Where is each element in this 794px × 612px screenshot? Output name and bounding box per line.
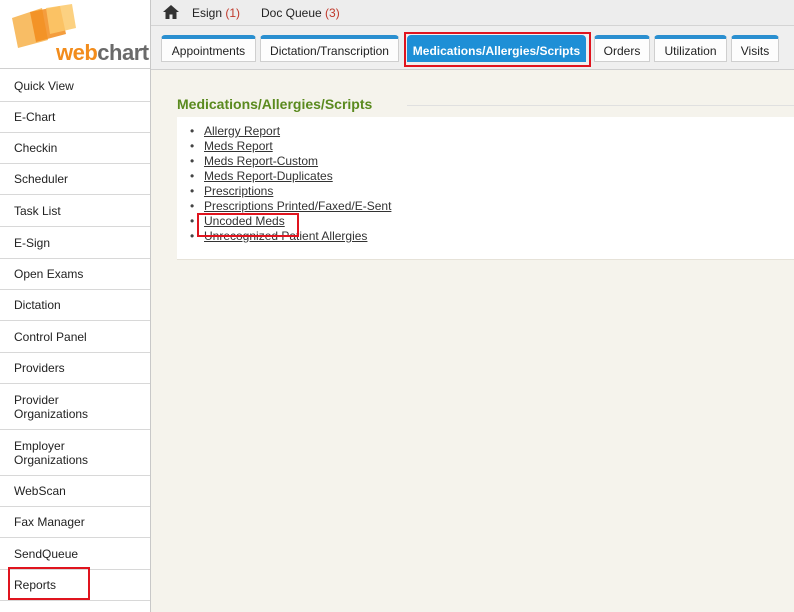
doc-queue-link[interactable]: Doc Queue (3) (261, 6, 340, 20)
report-meds-report[interactable]: • Meds Report (190, 139, 273, 154)
tab-appointments[interactable]: Appointments (161, 35, 256, 62)
doc-queue-count: (3) (325, 6, 340, 20)
top-bar: Esign (1) Doc Queue (3) (151, 0, 794, 26)
report-list: • Allergy Report • Meds Report • Meds Repor… (177, 117, 794, 260)
report-unrecognized-patient-allergies[interactable]: • Unrecognized Patient Allergies (190, 229, 367, 244)
tab-orders[interactable]: Orders (594, 35, 650, 62)
report-uncoded-meds[interactable]: • Uncoded Meds (190, 214, 285, 229)
sidebar-item-provider-organizations[interactable]: Provider Organizations (0, 384, 150, 430)
sidebar-item-sendqueue[interactable]: SendQueue (0, 538, 150, 570)
reports-panel: Medications/Allergies/Scripts • Allergy R… (177, 92, 794, 260)
tab-visits[interactable]: Visits (731, 35, 779, 62)
sidebar-item-dictation[interactable]: Dictation (0, 290, 150, 321)
esign-link[interactable]: Esign (1) (192, 6, 240, 20)
sidebar-item-fax-manager[interactable]: Fax Manager (0, 507, 150, 538)
report-meds-report-custom[interactable]: • Meds Report-Custom (190, 154, 318, 169)
tab-utilization[interactable]: Utilization (654, 35, 727, 62)
sidebar-item-providers[interactable]: Providers (0, 353, 150, 384)
sidebar-item-scheduler[interactable]: Scheduler (0, 164, 150, 195)
title-divider (407, 105, 794, 106)
sidebar-item-quick-view[interactable]: Quick View (0, 70, 150, 102)
sidebar-item-open-exams[interactable]: Open Exams (0, 259, 150, 290)
report-prescriptions-printed-faxed-esent[interactable]: • Prescriptions Printed/Faxed/E-Sent (190, 199, 391, 214)
esign-count: (1) (225, 6, 241, 20)
tab-medications-allergies-scripts[interactable]: Medications/Allergies/Scripts (407, 35, 586, 62)
sidebar-item-e-chart[interactable]: E-Chart (0, 102, 150, 133)
tab-dictation-transcription[interactable]: Dictation/Transcription (260, 35, 399, 62)
sidebar-item-e-sign[interactable]: E-Sign (0, 227, 150, 259)
sidebar-item-checkin[interactable]: Checkin (0, 133, 150, 164)
webchart-logo[interactable]: webchart (0, 0, 150, 69)
sidebar-item-employer-organizations[interactable]: Employer Organizations (0, 430, 150, 476)
section-title: Medications/Allergies/Scripts (177, 96, 373, 112)
main-content: Medications/Allergies/Scripts • Allergy R… (151, 70, 794, 612)
tab-bar: Appointments Dictation/Transcription Med… (151, 26, 794, 70)
report-meds-report-duplicates[interactable]: • Meds Report-Duplicates (190, 169, 333, 184)
logo-text: webchart (56, 40, 149, 65)
sidebar-item-task-list[interactable]: Task List (0, 195, 150, 227)
sidebar-item-reports[interactable]: Reports (0, 570, 150, 601)
sidebar-item-webscan[interactable]: WebScan (0, 476, 150, 507)
report-allergy-report[interactable]: • Allergy Report (190, 124, 280, 139)
report-prescriptions[interactable]: • Prescriptions (190, 184, 273, 199)
home-icon[interactable] (163, 5, 179, 19)
sidebar-item-control-panel[interactable]: Control Panel (0, 321, 150, 353)
sidebar: webchart Quick View E-Chart Checkin Sche… (0, 0, 151, 612)
